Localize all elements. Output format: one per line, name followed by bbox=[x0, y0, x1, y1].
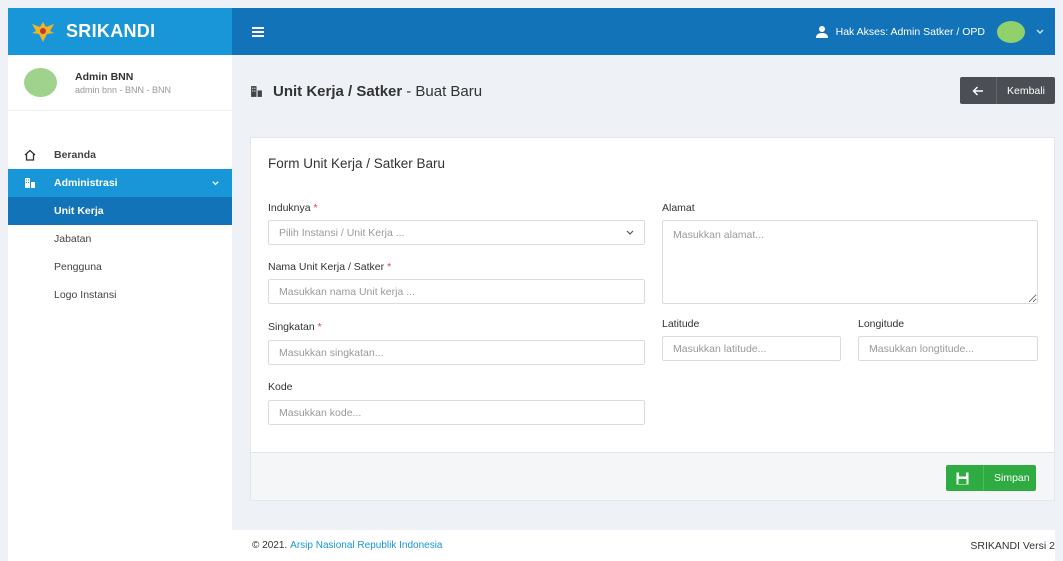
sidebar-item-beranda[interactable]: Beranda bbox=[8, 141, 232, 169]
longitude-input[interactable] bbox=[858, 336, 1038, 361]
save-disk-icon bbox=[956, 472, 969, 484]
profile-name: Admin BNN bbox=[75, 70, 134, 83]
induk-select[interactable]: Pilih Instansi / Unit Kerja ... bbox=[268, 220, 645, 245]
top-navbar: Hak Akses: Admin Satker / OPD bbox=[232, 8, 1055, 55]
user-icon bbox=[815, 25, 828, 38]
required-mark: * bbox=[317, 321, 322, 333]
kode-label: Kode bbox=[268, 381, 293, 393]
top-avatar[interactable] bbox=[997, 20, 1025, 43]
back-button[interactable]: Kembali bbox=[960, 77, 1055, 104]
form-card: Form Unit Kerja / Satker Baru Induknya *… bbox=[250, 137, 1055, 501]
sidebar-item-administrasi[interactable]: Administrasi bbox=[8, 169, 232, 197]
singkatan-label: Singkatan * bbox=[268, 321, 322, 333]
form-footer: Simpan bbox=[251, 452, 1054, 500]
brand-bar: SRIKANDI bbox=[8, 8, 232, 55]
page-title: Unit Kerja / Satker - Buat Baru bbox=[250, 83, 482, 100]
nama-label: Nama Unit Kerja / Satker * bbox=[268, 261, 391, 273]
save-button[interactable]: Simpan bbox=[946, 465, 1036, 491]
sidebar-subitem-unit-kerja[interactable]: Unit Kerja bbox=[8, 197, 232, 225]
page-title-rest: - Buat Baru bbox=[406, 83, 483, 100]
page-footer: © 2021. Arsip Nasional Republik Indonesi… bbox=[232, 530, 1055, 561]
latitude-input[interactable] bbox=[662, 336, 841, 361]
user-menu[interactable]: Hak Akses: Admin Satker / OPD bbox=[815, 20, 1045, 43]
sidebar-menu: Beranda Administrasi Unit Kerja Jabatan … bbox=[8, 141, 232, 309]
alamat-label: Alamat bbox=[662, 202, 695, 214]
required-mark: * bbox=[387, 261, 392, 273]
kode-input[interactable] bbox=[268, 400, 645, 425]
alamat-textarea[interactable] bbox=[662, 220, 1038, 304]
induk-label: Induknya * bbox=[268, 202, 318, 214]
required-mark: * bbox=[313, 202, 318, 214]
form-title: Form Unit Kerja / Satker Baru bbox=[268, 156, 446, 171]
sidebar-subitem-pengguna[interactable]: Pengguna bbox=[8, 253, 232, 281]
home-icon bbox=[24, 149, 36, 161]
chevron-down-icon bbox=[626, 230, 634, 235]
sidebar-subitem-jabatan[interactable]: Jabatan bbox=[8, 225, 232, 253]
chevron-down-icon bbox=[212, 180, 219, 185]
menu-toggle-icon[interactable] bbox=[252, 26, 264, 37]
user-profile: Admin BNN admin bnn - BNN - BNN bbox=[8, 55, 232, 111]
nama-unit-input[interactable] bbox=[268, 279, 645, 304]
arrow-left-icon bbox=[972, 86, 983, 95]
nama-label-text: Nama Unit Kerja / Satker bbox=[268, 261, 385, 273]
button-divider bbox=[983, 465, 984, 491]
profile-subtitle: admin bnn - BNN - BNN bbox=[75, 84, 172, 95]
button-divider bbox=[996, 77, 997, 104]
page-title-bold: Unit Kerja / Satker bbox=[273, 83, 403, 100]
building-icon bbox=[25, 178, 35, 188]
copyright-text: © 2021. bbox=[252, 540, 288, 551]
latitude-label: Latitude bbox=[662, 318, 700, 330]
version-text: SRIKANDI Versi 2 bbox=[970, 539, 1055, 552]
sidebar: Admin BNN admin bnn - BNN - BNN Beranda … bbox=[8, 55, 232, 561]
induk-select-placeholder: Pilih Instansi / Unit Kerja ... bbox=[279, 226, 405, 239]
brand-title[interactable]: SRIKANDI bbox=[66, 21, 155, 42]
save-button-label: Simpan bbox=[994, 472, 1030, 484]
page-header: Unit Kerja / Satker - Buat Baru Kembali bbox=[232, 55, 1055, 135]
sidebar-subitem-logo-instansi[interactable]: Logo Instansi bbox=[8, 281, 232, 309]
induk-label-text: Induknya bbox=[268, 202, 311, 214]
back-button-label: Kembali bbox=[1007, 84, 1045, 97]
singkatan-input[interactable] bbox=[268, 340, 645, 365]
sidebar-item-label: Beranda bbox=[54, 149, 97, 161]
org-link[interactable]: Arsip Nasional Republik Indonesia bbox=[290, 540, 442, 551]
sidebar-item-label: Administrasi bbox=[54, 177, 118, 189]
avatar bbox=[24, 68, 57, 97]
building-icon bbox=[251, 86, 262, 97]
chevron-down-icon[interactable] bbox=[1035, 27, 1045, 37]
singkatan-label-text: Singkatan bbox=[268, 321, 315, 333]
garuda-logo-icon bbox=[32, 21, 54, 42]
access-role-text: Hak Akses: Admin Satker / OPD bbox=[835, 25, 985, 38]
longitude-label: Longitude bbox=[858, 318, 905, 330]
